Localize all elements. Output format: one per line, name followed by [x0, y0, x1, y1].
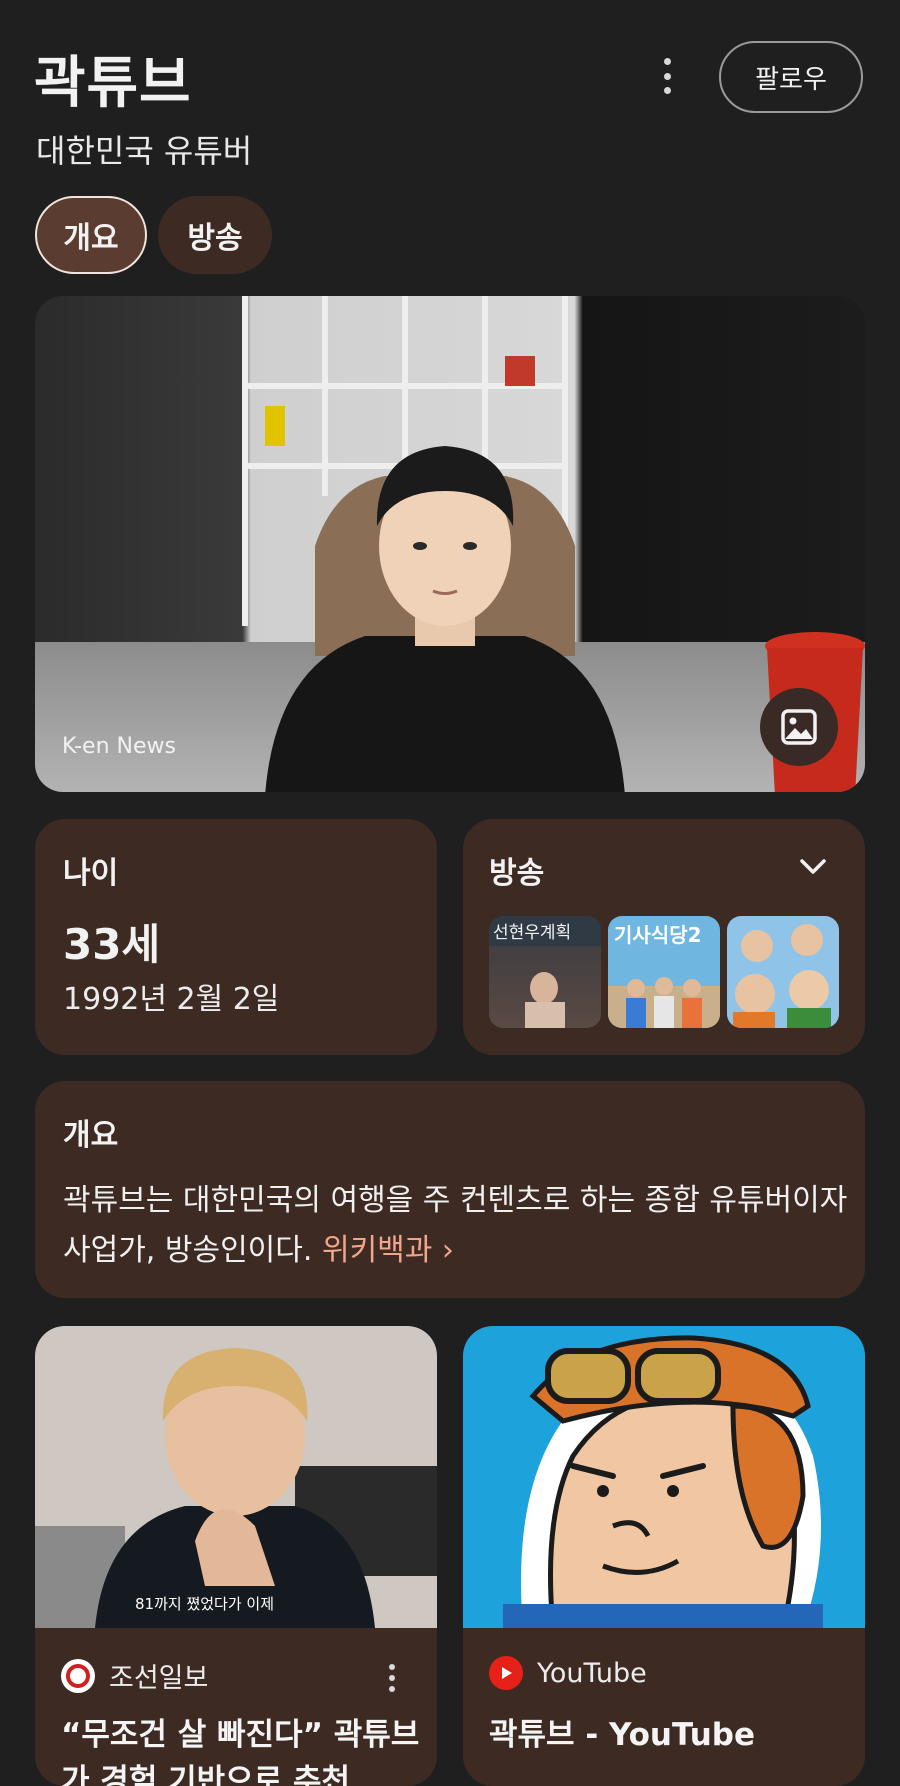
- news-card[interactable]: 81까지 쪘었다가 이제 조선일보 “무조건 살 빠진다” 곽튜브가 경험 기반…: [35, 1326, 437, 1786]
- overview-description: 곽튜브는 대한민국의 여행을 주 컨텐츠로 하는 종합 유튜버이자 사업가, 방…: [63, 1183, 848, 1268]
- broadcast-label: 방송: [489, 856, 545, 891]
- thumbnail-caption: 기사식당2: [614, 923, 702, 947]
- broadcast-thumbnail[interactable]: 선현우계획: [489, 916, 601, 1028]
- age-label: 나이: [63, 856, 119, 891]
- tab-overview[interactable]: 개요: [35, 196, 147, 274]
- age-card[interactable]: 나이 33세 1992년 2월 2일: [35, 819, 437, 1055]
- broadcast-card[interactable]: 방송 선현우계획 기사식당2: [463, 819, 865, 1055]
- news-thumbnail: 81까지 쪘었다가 이제: [35, 1326, 437, 1628]
- image-credit: K-en News: [62, 734, 176, 759]
- birth-date: 1992년 2월 2일: [63, 982, 280, 1017]
- page-title: 곽튜브: [34, 51, 192, 116]
- news-source: 조선일보: [61, 1656, 208, 1695]
- overview-text: 곽튜브는 대한민국의 여행을 주 컨텐츠로 하는 종합 유튜버이자 사업가, 방…: [63, 1176, 853, 1276]
- news-source-name: 조선일보: [109, 1663, 209, 1694]
- hero-image[interactable]: K-en News: [35, 296, 865, 792]
- wikipedia-link[interactable]: 위키백과 ›: [322, 1233, 454, 1268]
- chosun-logo-icon: [61, 1658, 95, 1693]
- more-options-icon[interactable]: [389, 1664, 397, 1692]
- overview-card: 개요 곽튜브는 대한민국의 여행을 주 컨텐츠로 하는 종합 유튜버이자 사업가…: [35, 1081, 865, 1298]
- person-illustration: [265, 446, 625, 792]
- chevron-down-icon[interactable]: [799, 857, 827, 877]
- broadcast-thumbnail[interactable]: 기사식당2: [608, 916, 720, 1028]
- thumbnail-caption: 선현우계획: [493, 923, 571, 943]
- tab-broadcast[interactable]: 방송: [158, 196, 272, 274]
- youtube-logo-icon: [489, 1656, 523, 1690]
- age-value: 33세: [63, 920, 161, 969]
- page-subtitle: 대한민국 유튜버: [36, 132, 253, 170]
- news-source-name: YouTube: [537, 1657, 647, 1689]
- follow-button[interactable]: 팔로우: [719, 41, 863, 113]
- broadcast-thumbnail[interactable]: [727, 916, 839, 1028]
- more-options-icon[interactable]: [655, 58, 679, 94]
- news-headline[interactable]: 곽튜브 - YouTube: [489, 1712, 849, 1758]
- video-subtitle: 81까지 쪘었다가 이제: [135, 1595, 274, 1613]
- news-headline[interactable]: “무조건 살 빠진다” 곽튜브가 경험 기반으로 추천: [61, 1712, 421, 1786]
- news-thumbnail: [463, 1326, 865, 1628]
- image-icon[interactable]: [760, 688, 838, 766]
- news-card[interactable]: YouTube 곽튜브 - YouTube: [463, 1326, 865, 1786]
- news-source: YouTube: [489, 1656, 647, 1690]
- overview-label: 개요: [63, 1118, 119, 1153]
